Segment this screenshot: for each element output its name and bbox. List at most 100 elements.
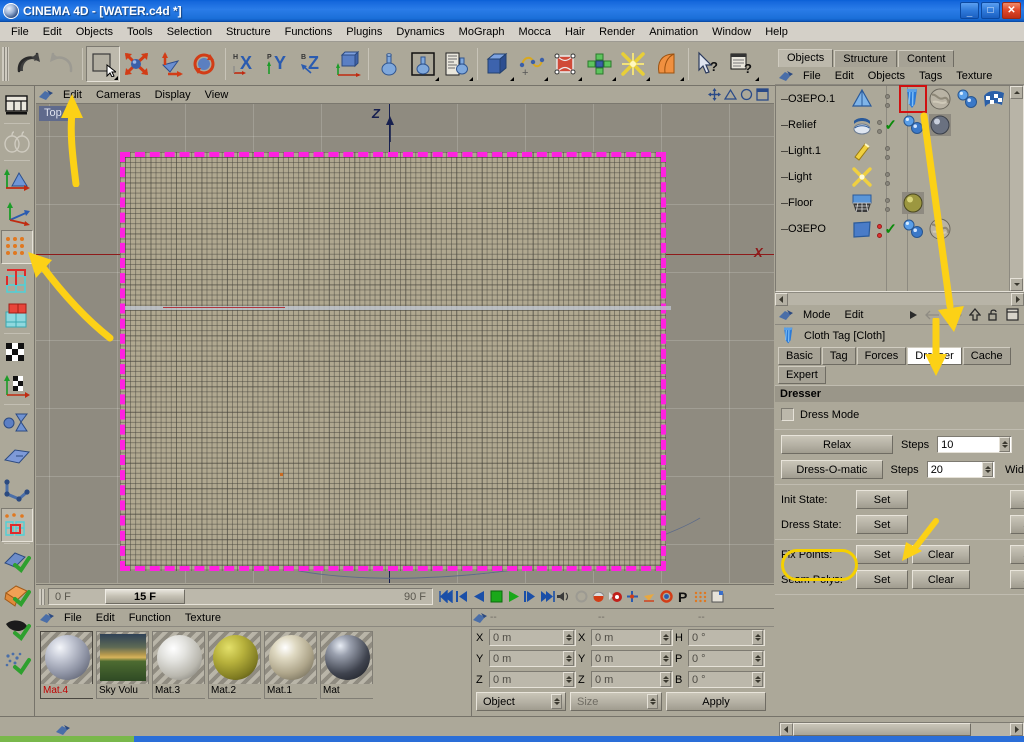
redo-icon[interactable] [45,46,79,82]
object-menu-objects[interactable]: Objects [861,69,912,83]
render-settings-icon[interactable] [440,46,474,82]
size-x-spinner[interactable] [660,630,671,645]
apply-button[interactable]: Apply [666,692,766,711]
dressomatic-steps-spinner[interactable] [982,462,994,477]
scroll-left-icon[interactable] [775,292,788,306]
play-reverse-icon[interactable] [471,588,487,606]
relax-steps-field[interactable]: 10 [937,436,1013,453]
record-active-objects-icon[interactable] [607,588,623,606]
cloth-plane-selected[interactable] [120,152,671,571]
nurbs-icon[interactable] [549,46,583,82]
help-cursor-icon[interactable]: ? [692,46,726,82]
size-y-field[interactable]: 0 m [591,650,673,667]
minimize-button[interactable]: _ [960,2,979,19]
size-z-field[interactable]: 0 m [591,671,673,688]
ik-chain-icon[interactable] [1,474,33,508]
object-row[interactable]: O3EPO [776,216,877,242]
object-manager-icon[interactable] [778,69,794,83]
object-row[interactable]: Floor [776,190,877,216]
rotation-b-spinner[interactable] [752,672,763,687]
menu-dynamics[interactable]: Dynamics [389,24,451,40]
bottom-hscrollbar[interactable] [779,722,1024,737]
material-tag-icon[interactable] [901,191,925,215]
help-manual-icon[interactable]: ? [726,46,760,82]
fix-points-show-button[interactable]: Show [1010,545,1024,564]
object-axis-mode-icon[interactable] [1,196,33,230]
timeline-track[interactable]: 0 F 90 F 15 F [48,588,433,605]
render-view-icon[interactable] [372,46,406,82]
object-menu-file[interactable]: File [796,69,828,83]
menu-structure[interactable]: Structure [219,24,278,40]
material-swatch[interactable]: Sky Volu [96,631,150,699]
menu-selection[interactable]: Selection [160,24,219,40]
tab-basic[interactable]: Basic [778,347,821,365]
position-z-field[interactable]: 0 m [489,671,576,688]
menu-objects[interactable]: Objects [69,24,120,40]
timeline-playhead[interactable]: 15 F [105,589,185,604]
light-object-icon[interactable] [851,166,873,188]
next-key-icon[interactable] [522,588,538,606]
rotation-key-icon[interactable] [658,588,674,606]
deformer-mode-icon[interactable] [1,406,33,440]
go-to-end-icon[interactable] [539,588,555,606]
position-y-field[interactable]: 0 m [489,650,576,667]
enabled-check-icon[interactable]: ✓ [884,222,897,237]
scale-tool-icon[interactable] [154,46,188,82]
material-menu-texture[interactable]: Texture [178,611,228,625]
particle-enable-icon[interactable] [1,647,33,681]
phong-tag-icon[interactable] [901,113,925,137]
visibility-dots[interactable] [877,138,897,164]
object-row[interactable]: Light [776,164,877,190]
attribute-menu-mode[interactable]: Mode [796,308,838,322]
layout-icon[interactable] [1006,308,1019,321]
render-region-icon[interactable] [406,46,440,82]
z-axis-lock-icon[interactable]: B Z [297,46,331,82]
material-swatch[interactable]: Mat.1 [264,631,318,699]
coordinate-mode-dropdown-icon[interactable] [551,694,562,709]
texture-mode-icon[interactable] [1,335,33,369]
scroll-left-icon[interactable] [780,723,793,736]
size-y-spinner[interactable] [660,651,671,666]
make-editable-icon[interactable] [1,125,33,159]
tab-tag[interactable]: Tag [821,347,856,365]
floor-object-icon[interactable] [851,192,873,214]
size-x-field[interactable]: 0 m [591,629,673,646]
forward-arrow-icon[interactable] [947,310,962,320]
cloth-tag-icon[interactable] [899,85,927,113]
point-level-key-icon[interactable] [692,588,708,606]
scroll-right-icon[interactable] [1010,723,1023,736]
attribute-menu-edit[interactable]: Edit [838,308,871,322]
dress-mode-checkbox[interactable] [781,408,794,421]
keyframe-selection-icon[interactable] [709,588,725,606]
parameter-key-icon[interactable]: P [675,588,691,606]
dress-state-set-button[interactable]: Set [856,515,908,534]
visibility-dots[interactable] [877,164,897,190]
light-icon[interactable] [617,46,651,82]
tab-expert[interactable]: Expert [778,366,826,384]
menu-hair[interactable]: Hair [558,24,592,40]
texture-tag-icon[interactable] [928,217,952,241]
object-list-vscrollbar[interactable] [1009,86,1023,291]
workplane-icon[interactable] [1,440,33,474]
rotate-tool-icon[interactable] [188,46,222,82]
tab-cache[interactable]: Cache [962,347,1011,365]
menu-animation[interactable]: Animation [642,24,705,40]
seam-polys-show-button[interactable]: Show [1010,570,1024,589]
object-row[interactable]: O3EPO.1 [776,86,877,112]
enable-axis-icon[interactable] [1,545,33,579]
dropdown-arrow-icon[interactable] [909,310,918,320]
material-swatch[interactable]: Mat [320,631,374,699]
seam-polys-set-button[interactable]: Set [856,570,908,589]
visibility-dots[interactable] [877,190,897,216]
zoom-view-icon[interactable] [724,88,737,101]
init-state-show-button[interactable]: Show [1010,490,1024,509]
rotation-h-field[interactable]: 0 ° [688,629,765,646]
spline-icon[interactable]: + [515,46,549,82]
x-axis-lock-icon[interactable]: H X [229,46,263,82]
move-tool-icon[interactable] [120,46,154,82]
material-tag-icon[interactable] [928,113,952,137]
fix-points-set-button[interactable]: Set [856,545,908,564]
menu-plugins[interactable]: Plugins [339,24,389,40]
array-modeling-icon[interactable] [583,46,617,82]
rotate-view-icon[interactable] [740,88,753,101]
